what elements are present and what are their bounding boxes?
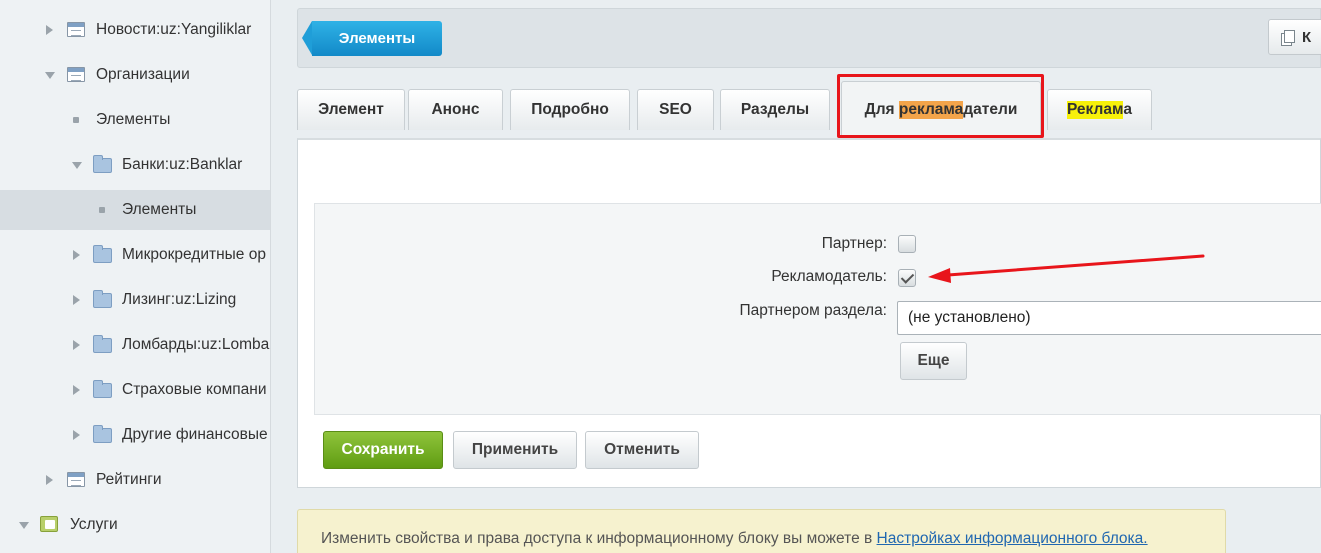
tree-item-label: Ломбарды:uz:Lomba — [122, 336, 270, 353]
copy-icon — [1281, 29, 1295, 46]
folder-icon — [93, 290, 112, 308]
advertiser-checkbox[interactable] — [898, 269, 916, 287]
folder-icon — [93, 245, 112, 263]
folder-icon — [93, 380, 112, 398]
tree-item-label: Микрокредитные ор — [122, 246, 266, 263]
tree-item-label: Рейтинги — [96, 471, 162, 488]
tree-item-label: Элементы — [122, 201, 197, 218]
tree-item-elements[interactable]: Элементы — [0, 100, 270, 140]
collapse-arrow-icon[interactable] — [72, 162, 82, 169]
partner-checkbox[interactable] — [898, 235, 916, 253]
expand-arrow-icon[interactable] — [46, 475, 53, 485]
more-button[interactable]: Еще — [900, 342, 967, 380]
tree-item-label: Банки:uz:Banklar — [122, 156, 243, 173]
bullet-icon — [99, 207, 105, 213]
tab-element[interactable]: Элемент — [297, 89, 405, 130]
collapse-arrow-icon[interactable] — [19, 522, 29, 529]
tab-podrobno[interactable]: Подробно — [510, 89, 630, 130]
tree-item-banks-elements[interactable]: Элементы — [0, 190, 270, 230]
folder-icon — [93, 335, 112, 353]
tab-label-suffix: а — [1123, 101, 1133, 118]
copy-button-label: К — [1302, 28, 1312, 46]
tree-item-news[interactable]: Новости:uz:Yangiliklar — [0, 10, 270, 50]
expand-arrow-icon[interactable] — [46, 25, 53, 35]
folder-icon — [93, 155, 112, 173]
section-partner-label: Партнером раздела: — [739, 302, 887, 319]
tree-item-label: Новости:uz:Yangiliklar — [96, 21, 252, 38]
iblock-list-icon — [67, 22, 85, 37]
tree-item-leasing[interactable]: Лизинг:uz:Lizing — [0, 280, 270, 320]
notice-message: Изменить свойства и права доступа к инфо… — [321, 530, 877, 547]
iblock-settings-link[interactable]: Настройках информационного блока. — [877, 530, 1148, 547]
tree-item-label: Другие финансовые — [122, 426, 268, 443]
tab-reklama[interactable]: Реклам а — [1047, 89, 1152, 130]
folder-icon — [93, 425, 112, 443]
tab-anons[interactable]: Анонс — [408, 89, 503, 130]
search-highlight: Реклам — [1066, 101, 1124, 119]
tree-item-other-financial[interactable]: Другие финансовые — [0, 415, 270, 455]
sidebar-tree: Новости:uz:Yangiliklar Организации Элеме… — [0, 0, 271, 553]
back-to-elements-button[interactable]: Элементы — [302, 21, 442, 56]
iblock-list-icon — [67, 67, 85, 82]
tree-item-services[interactable]: Услуги — [0, 505, 270, 545]
expand-arrow-icon[interactable] — [73, 385, 80, 395]
tree-item-organizations[interactable]: Организации — [0, 55, 270, 95]
properties-form: Партнер: Рекламодатель: Партнером раздел… — [314, 203, 1321, 415]
expand-arrow-icon[interactable] — [73, 295, 80, 305]
expand-arrow-icon[interactable] — [73, 430, 80, 440]
bullet-icon — [73, 117, 79, 123]
save-button[interactable]: Сохранить — [323, 431, 443, 469]
notice-text: Изменить свойства и права доступа к инфо… — [321, 530, 1148, 548]
collapse-arrow-icon[interactable] — [45, 72, 55, 79]
advertiser-label: Рекламодатель: — [771, 268, 887, 285]
iblock-type-icon — [40, 516, 58, 532]
annotation-highlight-box — [837, 74, 1044, 138]
tree-item-microcredit[interactable]: Микрокредитные ор — [0, 235, 270, 275]
info-notice: Изменить свойства и права доступа к инфо… — [297, 509, 1226, 553]
tree-item-pawnshops[interactable]: Ломбарды:uz:Lomba — [0, 325, 270, 365]
tree-item-banks[interactable]: Банки:uz:Banklar — [0, 145, 270, 185]
tree-item-insurance[interactable]: Страховые компани — [0, 370, 270, 410]
expand-arrow-icon[interactable] — [73, 250, 80, 260]
tab-seo[interactable]: SEO — [637, 89, 714, 130]
partner-label: Партнер: — [821, 235, 887, 252]
expand-arrow-icon[interactable] — [73, 340, 80, 350]
tab-razdely[interactable]: Разделы — [720, 89, 830, 130]
tree-item-label: Организации — [96, 66, 190, 83]
tree-item-label: Страховые компани — [122, 381, 267, 398]
iblock-list-icon — [67, 472, 85, 487]
cancel-button[interactable]: Отменить — [585, 431, 699, 469]
tree-item-label: Лизинг:uz:Lizing — [122, 291, 237, 308]
tab-content: Партнер: Рекламодатель: Партнером раздел… — [297, 138, 1321, 488]
context-toolbar: Элементы К — [297, 8, 1321, 68]
copy-button[interactable]: К — [1268, 19, 1321, 55]
section-partner-select[interactable]: (не установлено) — [897, 301, 1321, 335]
tree-item-label: Услуги — [70, 516, 118, 533]
tree-item-ratings[interactable]: Рейтинги — [0, 460, 270, 500]
apply-button[interactable]: Применить — [453, 431, 577, 469]
tree-item-label: Элементы — [96, 111, 171, 128]
